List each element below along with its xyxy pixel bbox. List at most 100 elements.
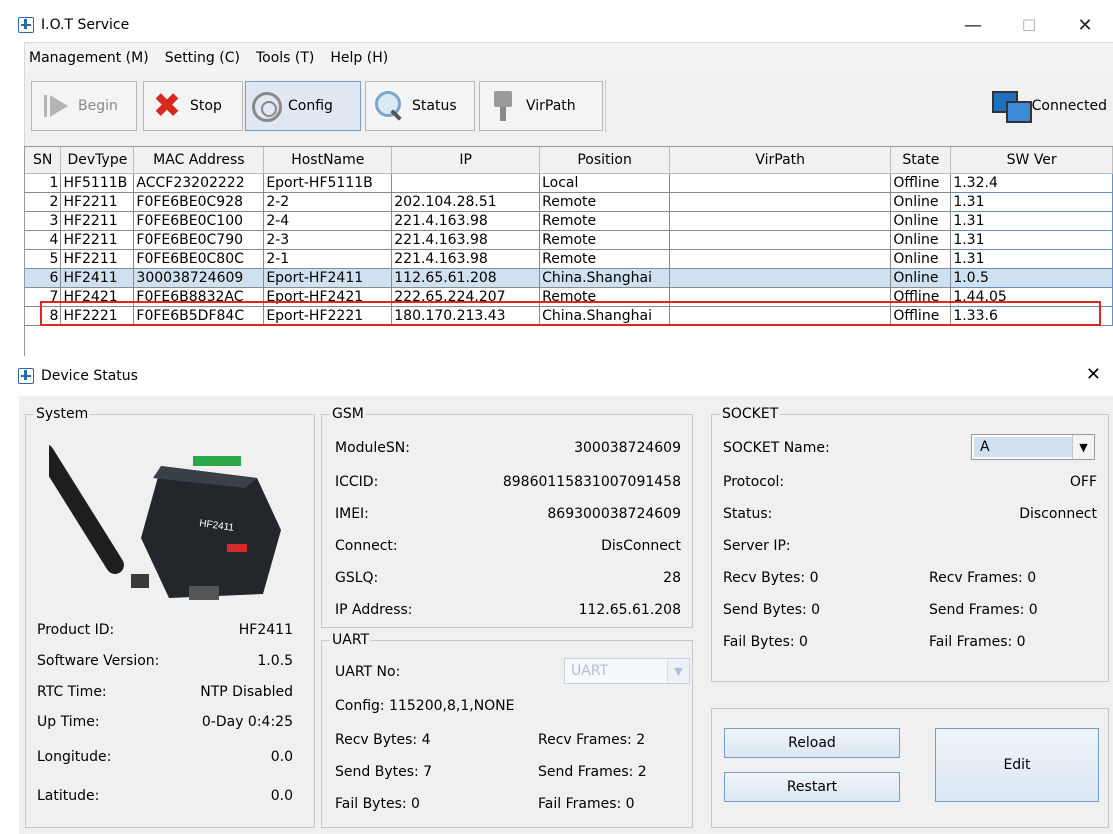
serial-port-icon [486,89,520,123]
table-cell: 112.65.61.208 [391,268,541,288]
ip-address-value: 112.65.61.208 [578,602,681,618]
socket-name-select[interactable]: A ▼ [971,434,1095,460]
restart-button[interactable]: Restart [724,772,900,802]
table-cell: F0FE6BE0C100 [133,211,265,231]
chevron-down-icon: ▼ [1072,435,1094,459]
table-cell: Offline [890,306,952,326]
table-row[interactable]: 2 HF2211 F0FE6BE0C928 2-2 202.104.28.51 Remot… [25,191,1113,212]
gslq-row: GSLQ: 28 [335,570,681,586]
table-cell [669,211,892,231]
column-header[interactable]: MAC Address [133,147,265,174]
table-cell: Eport-HF5111B [263,173,393,193]
socket-send-bytes: Send Bytes: 0 [723,602,821,618]
column-header[interactable]: VirPath [669,147,892,174]
table-cell: F0FE6BE0C928 [133,192,265,212]
reload-button[interactable]: Reload [724,728,900,758]
product-id-value: HF2411 [238,622,293,638]
uart-no-select[interactable]: UART ▼ [564,658,690,684]
table-cell: 5 [25,249,62,269]
software-version-row: Software Version: 1.0.5 [37,653,293,669]
socket-recv-bytes: Recv Bytes: 0 [723,570,819,586]
table-cell: 8 [25,306,62,326]
toolbar-separator [605,80,606,132]
table-cell [391,173,541,193]
table-cell: 300038724609 [133,268,265,288]
imei-row: IMEI: 869300038724609 [335,506,681,522]
menu-management[interactable]: Management (M) [25,50,157,66]
table-cell: Online [890,230,952,250]
table-cell: 180.170.213.43 [391,306,541,326]
up-time-value: 0-Day 0:4:25 [201,714,293,730]
table-cell: Online [890,192,952,212]
device-image: HF2411 [49,444,281,600]
gear-icon [252,92,282,122]
edit-button[interactable]: Edit [935,728,1099,802]
column-header[interactable]: SN [25,147,62,174]
column-header[interactable]: HostName [263,147,393,174]
table-cell: Eport-HF2411 [263,268,393,288]
ip-address-row: IP Address: 112.65.61.208 [335,602,681,618]
table-cell: 2-3 [263,230,393,250]
uart-send-bytes: Send Bytes: 7 [335,764,433,780]
device-status-titlebar: Device Status ✕ [0,356,1113,396]
dialog-close-button[interactable]: ✕ [1086,364,1101,385]
table-cell: Remote [539,287,671,307]
column-header[interactable]: IP [391,147,541,174]
device-table: SN DevType MAC Address HostName IP Position Vi… [24,146,1113,356]
column-header[interactable]: SW Ver [950,147,1113,174]
column-header[interactable]: DevType [60,147,135,174]
product-id-row: Product ID: HF2411 [37,622,293,638]
close-button[interactable]: ✕ [1057,8,1113,42]
menu-tools[interactable]: Tools (T) [248,50,322,66]
config-button[interactable]: Config [245,81,361,131]
table-row[interactable]: 7 HF2421 F0FE6B8832AC Eport-HF2421 222.65.22… [25,286,1113,307]
table-row[interactable]: 8 HF2221 F0FE6B5DF84C Eport-HF2221 180.170.2… [25,305,1113,326]
column-header[interactable]: Position [539,147,671,174]
table-row[interactable]: 3 HF2211 F0FE6BE0C100 2-4 221.4.163.98 Remote… [25,210,1113,231]
socket-fail-frames: Fail Frames: 0 [929,634,1026,650]
table-cell [669,230,892,250]
socket-legend: SOCKET [722,406,779,422]
menu-bar: Management (M) Setting (C) Tools (T) Hel… [24,42,1113,72]
table-cell: HF2221 [60,306,135,326]
table-row[interactable]: 1 HF5111B ACCF23202222 Eport-HF5111B Local Of… [25,172,1113,193]
device-status-body: System HF2411 Product ID: HF2411 Softwar… [19,396,1113,834]
device-status-title: Device Status [41,368,138,384]
maximize-button[interactable]: ☐ [1001,8,1057,42]
uart-fail-frames: Fail Frames: 0 [538,796,635,812]
system-legend: System [36,406,89,422]
longitude-value: 0.0 [270,749,293,765]
socket-fail-bytes: Fail Bytes: 0 [723,634,808,650]
table-cell: 1.33.6 [950,305,1113,326]
table-cell: 1.32.4 [950,172,1113,193]
menu-help[interactable]: Help (H) [322,50,396,66]
table-row[interactable]: 4 HF2211 F0FE6BE0C790 2-3 221.4.163.98 Remote… [25,229,1113,250]
table-cell: 221.4.163.98 [391,249,541,269]
stop-button[interactable]: ✖ Stop [143,81,243,131]
table-cell [669,306,892,326]
uart-fail-bytes: Fail Bytes: 0 [335,796,420,812]
column-header[interactable]: State [890,147,952,174]
dialog-app-icon [18,368,34,384]
play-icon [38,89,72,123]
virpath-button[interactable]: VirPath [479,81,603,131]
table-row[interactable]: 5 HF2211 F0FE6BE0C80C 2-1 221.4.163.98 Remote… [25,248,1113,269]
module-sn-row: ModuleSN: 300038724609 [335,440,681,456]
status-button[interactable]: Status [365,81,475,131]
protocol-value: OFF [1069,474,1097,490]
socket-status-row: Status: Disconnect [723,506,1097,522]
table-cell: HF2411 [60,268,135,288]
table-cell: HF2421 [60,287,135,307]
table-cell: Eport-HF2221 [263,306,393,326]
uart-send-frames: Send Frames: 2 [538,764,647,780]
begin-button[interactable]: Begin [31,81,137,131]
imei-value: 869300038724609 [547,506,681,522]
table-cell: 3 [25,211,62,231]
protocol-row: Protocol: OFF [723,474,1097,490]
menu-setting[interactable]: Setting (C) [157,50,248,66]
table-row[interactable]: 6 HF2411 300038724609 Eport-HF2411 112.65.61… [25,267,1113,288]
minimize-button[interactable]: — [945,8,1001,42]
connect-row: Connect: DisConnect [335,538,681,554]
table-cell: 221.4.163.98 [391,211,541,231]
table-cell: 1.31 [950,248,1113,269]
